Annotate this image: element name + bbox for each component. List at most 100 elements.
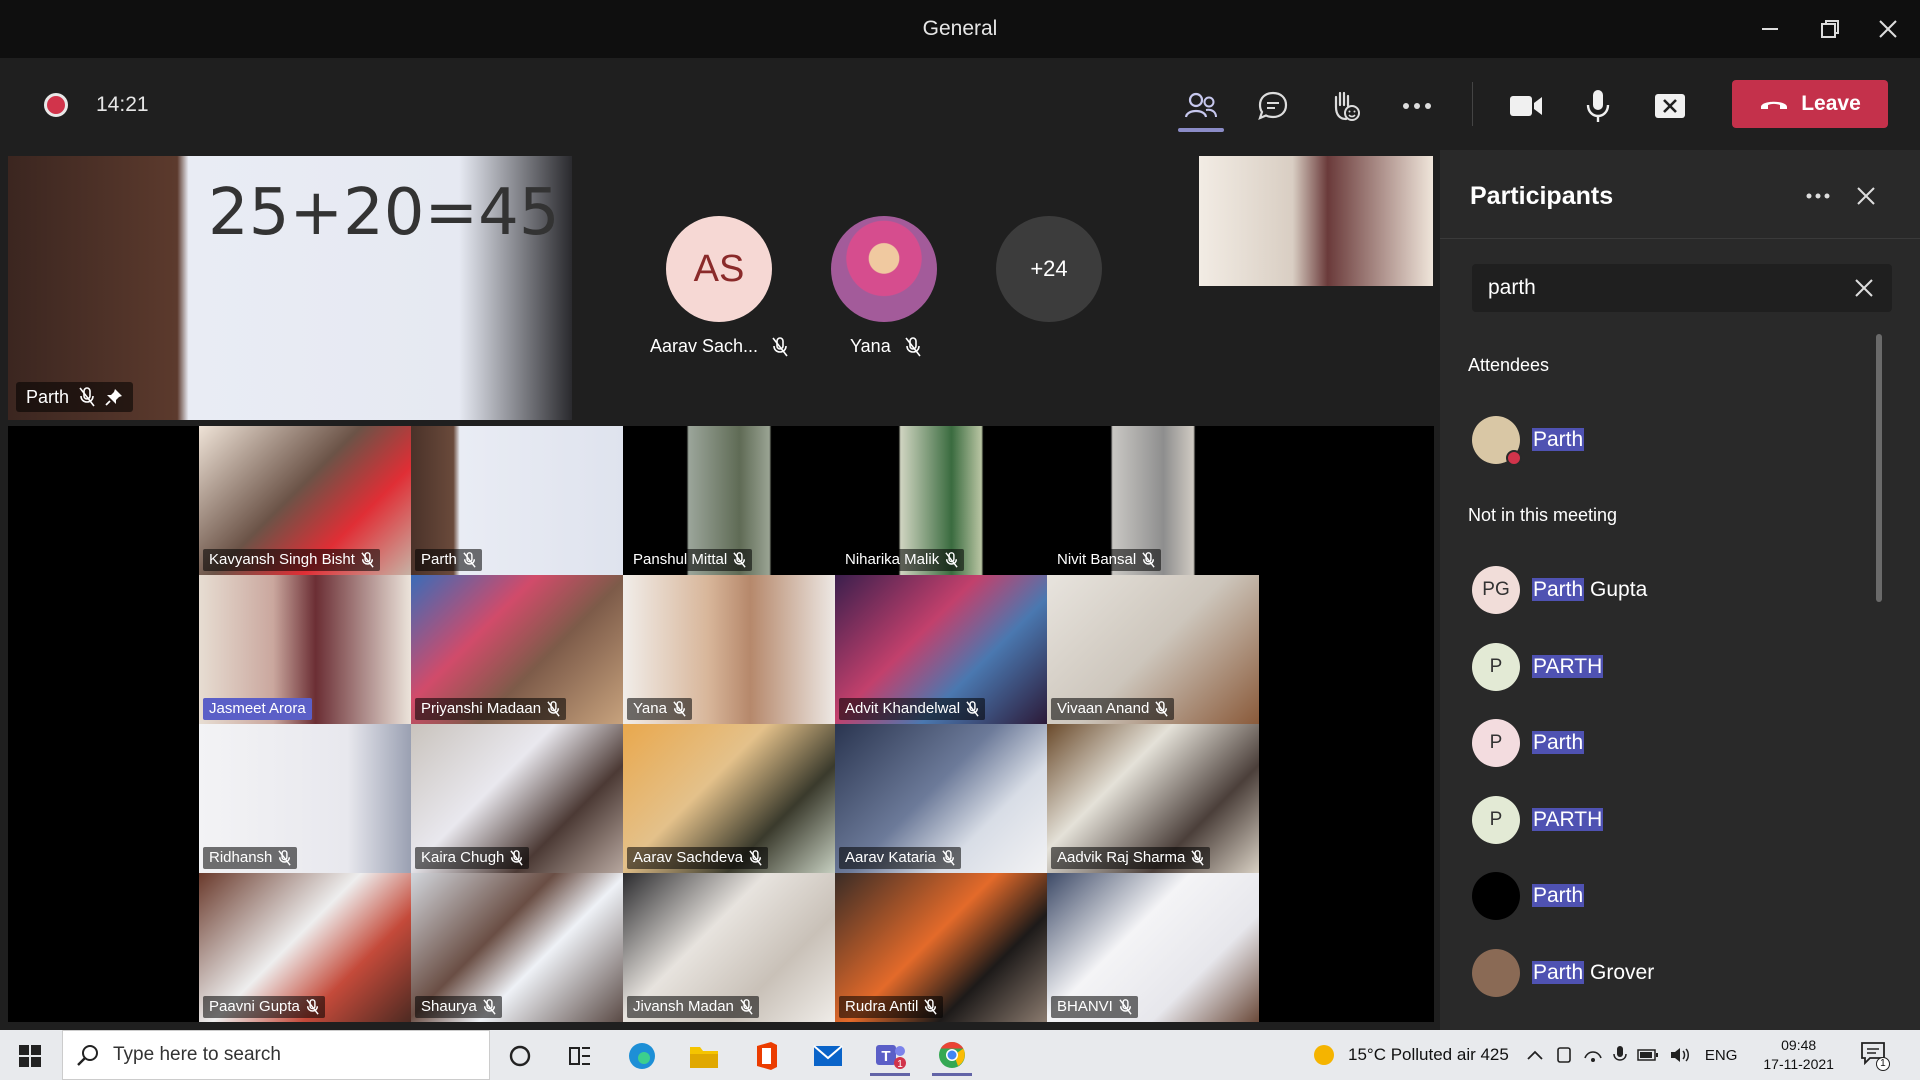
participant-row[interactable]: P PARTH — [1472, 794, 1872, 846]
cortana-button[interactable] — [500, 1036, 540, 1076]
avatar: P — [1472, 642, 1520, 691]
video-tile[interactable]: Kavyansh Singh Bisht — [199, 426, 411, 575]
avatar: AS — [666, 216, 772, 322]
mic-muted-icon — [278, 850, 292, 866]
search-match-highlight: Parth — [1532, 428, 1585, 451]
more-horizontal-icon — [1806, 193, 1830, 199]
weather-text[interactable]: 15°C Polluted air 425 — [1348, 1045, 1509, 1065]
taskbar-search-box[interactable]: Type here to search — [62, 1030, 490, 1080]
tile-participant-name: Panshul Mittal — [633, 551, 728, 568]
taskbar-clock[interactable]: 09:48 17-11-2021 — [1763, 1036, 1834, 1074]
video-tile[interactable]: Panshul Mittal — [623, 426, 835, 575]
tile-participant-name: Jasmeet Arora — [209, 700, 306, 717]
participant-search-input[interactable] — [1488, 264, 1838, 312]
battery-icon[interactable] — [1637, 1048, 1659, 1062]
presenter-video-tile[interactable] — [1199, 156, 1433, 286]
task-view-button[interactable] — [560, 1036, 600, 1076]
participant-row[interactable]: P PARTH — [1472, 641, 1872, 693]
search-match-highlight: PARTH — [1532, 654, 1604, 678]
video-tile[interactable]: Vivaan Anand — [1047, 575, 1259, 724]
panel-more-button[interactable] — [1796, 174, 1840, 218]
avatar-slot-1[interactable]: AS — [666, 216, 772, 322]
office-taskbar-button[interactable] — [746, 1036, 786, 1076]
file-explorer-taskbar-button[interactable] — [684, 1036, 724, 1076]
avatar-initials: P — [1489, 732, 1503, 753]
minimize-button[interactable] — [1750, 12, 1790, 46]
tile-participant-name: Kaira Chugh — [421, 849, 505, 866]
video-tile[interactable]: Advit Khandelwal — [835, 575, 1047, 724]
network-icon[interactable] — [1583, 1046, 1603, 1064]
tile-name-chip: Priyanshi Madaan — [415, 698, 567, 720]
participant-name-rest: Gupta — [1584, 578, 1648, 601]
video-tile[interactable]: Ridhansh — [199, 724, 411, 873]
input-language[interactable]: ENG — [1705, 1047, 1738, 1064]
video-tile[interactable]: Aadvik Raj Sharma — [1047, 724, 1259, 873]
mail-taskbar-button[interactable] — [808, 1036, 848, 1076]
video-tile[interactable]: Rudra Antil — [835, 873, 1047, 1022]
microphone-button[interactable] — [1576, 84, 1620, 128]
participant-row[interactable]: PG Parth Gupta — [1472, 564, 1872, 616]
chevron-up-icon[interactable] — [1527, 1049, 1543, 1061]
video-tile[interactable]: Shaurya — [411, 873, 623, 1022]
video-tile[interactable]: Paavni Gupta — [199, 873, 411, 1022]
chrome-taskbar-button[interactable] — [932, 1036, 972, 1076]
participant-row[interactable]: P Parth — [1472, 717, 1872, 769]
reactions-button[interactable] — [1323, 84, 1367, 128]
panel-scrollbar[interactable] — [1876, 334, 1882, 602]
participant-row[interactable]: Parth — [1472, 414, 1872, 466]
mic-muted-icon — [945, 552, 958, 568]
mic-muted-icon — [1119, 999, 1132, 1015]
close-icon — [1855, 279, 1873, 297]
pinned-participant-name: Parth — [26, 387, 70, 407]
participants-button[interactable] — [1179, 84, 1223, 128]
video-tile[interactable]: Kaira Chugh — [411, 724, 623, 873]
video-tile[interactable]: Parth — [411, 426, 623, 575]
attendees-heading: Attendees — [1468, 355, 1550, 375]
chat-button[interactable] — [1251, 84, 1295, 128]
action-center-button[interactable]: 1 — [1860, 1041, 1890, 1071]
more-actions-button[interactable] — [1395, 84, 1439, 128]
video-tile[interactable]: Jasmeet Arora — [199, 575, 411, 724]
mic-muted-icon — [547, 701, 560, 717]
clear-search-button[interactable] — [1854, 278, 1876, 300]
start-button[interactable] — [10, 1036, 50, 1076]
teams-taskbar-button[interactable]: T1 — [870, 1036, 910, 1076]
share-screen-button[interactable] — [1648, 84, 1692, 128]
video-tile[interactable]: Jivansh Madan — [623, 873, 835, 1022]
video-tile[interactable]: Aarav Sachdeva — [623, 724, 835, 873]
avatar-initials: P — [1489, 655, 1503, 677]
avatar: P — [1472, 719, 1520, 767]
close-panel-button[interactable] — [1844, 174, 1888, 218]
not-in-meeting-heading: Not in this meeting — [1468, 505, 1618, 525]
mic-muted-icon — [966, 701, 979, 717]
folder-icon — [690, 1047, 718, 1068]
tile-name-chip: Jasmeet Arora — [203, 698, 312, 720]
video-tile[interactable]: Priyanshi Madaan — [411, 575, 623, 724]
video-tile[interactable]: BHANVI — [1047, 873, 1259, 1022]
device-icon[interactable] — [1555, 1046, 1573, 1064]
tile-participant-name: Aarav Kataria — [845, 849, 936, 866]
leave-button[interactable]: Leave — [1732, 80, 1888, 128]
restore-button[interactable] — [1810, 12, 1850, 46]
hang-up-icon — [1761, 101, 1788, 109]
office-icon — [757, 1042, 777, 1070]
participant-row[interactable]: Parth — [1472, 870, 1872, 922]
edge-taskbar-button[interactable] — [622, 1036, 662, 1076]
video-tile[interactable]: Aarav Kataria — [835, 724, 1047, 873]
svg-text:T: T — [881, 1048, 890, 1065]
avatar-slot-2[interactable] — [831, 216, 937, 322]
video-tile[interactable]: Yana — [623, 575, 835, 724]
participant-row[interactable]: Parth Grover — [1472, 947, 1872, 999]
tile-participant-name: Jivansh Madan — [633, 998, 734, 1015]
video-tile[interactable]: Niharika Malik — [835, 426, 1047, 575]
tile-name-chip: Aarav Sachdeva — [627, 847, 769, 869]
camera-button[interactable] — [1504, 84, 1548, 128]
video-tile[interactable]: Nivit Bansal — [1047, 426, 1259, 575]
close-window-button[interactable] — [1868, 12, 1908, 46]
more-participants-button[interactable]: +24 — [996, 216, 1102, 322]
tray-microphone-icon[interactable] — [1613, 1045, 1627, 1065]
volume-icon[interactable] — [1669, 1046, 1691, 1064]
window-title: General — [922, 17, 998, 40]
stop-sharing-icon — [1655, 94, 1685, 118]
pinned-video-tile[interactable]: 25+20=45 Parth — [8, 156, 572, 420]
